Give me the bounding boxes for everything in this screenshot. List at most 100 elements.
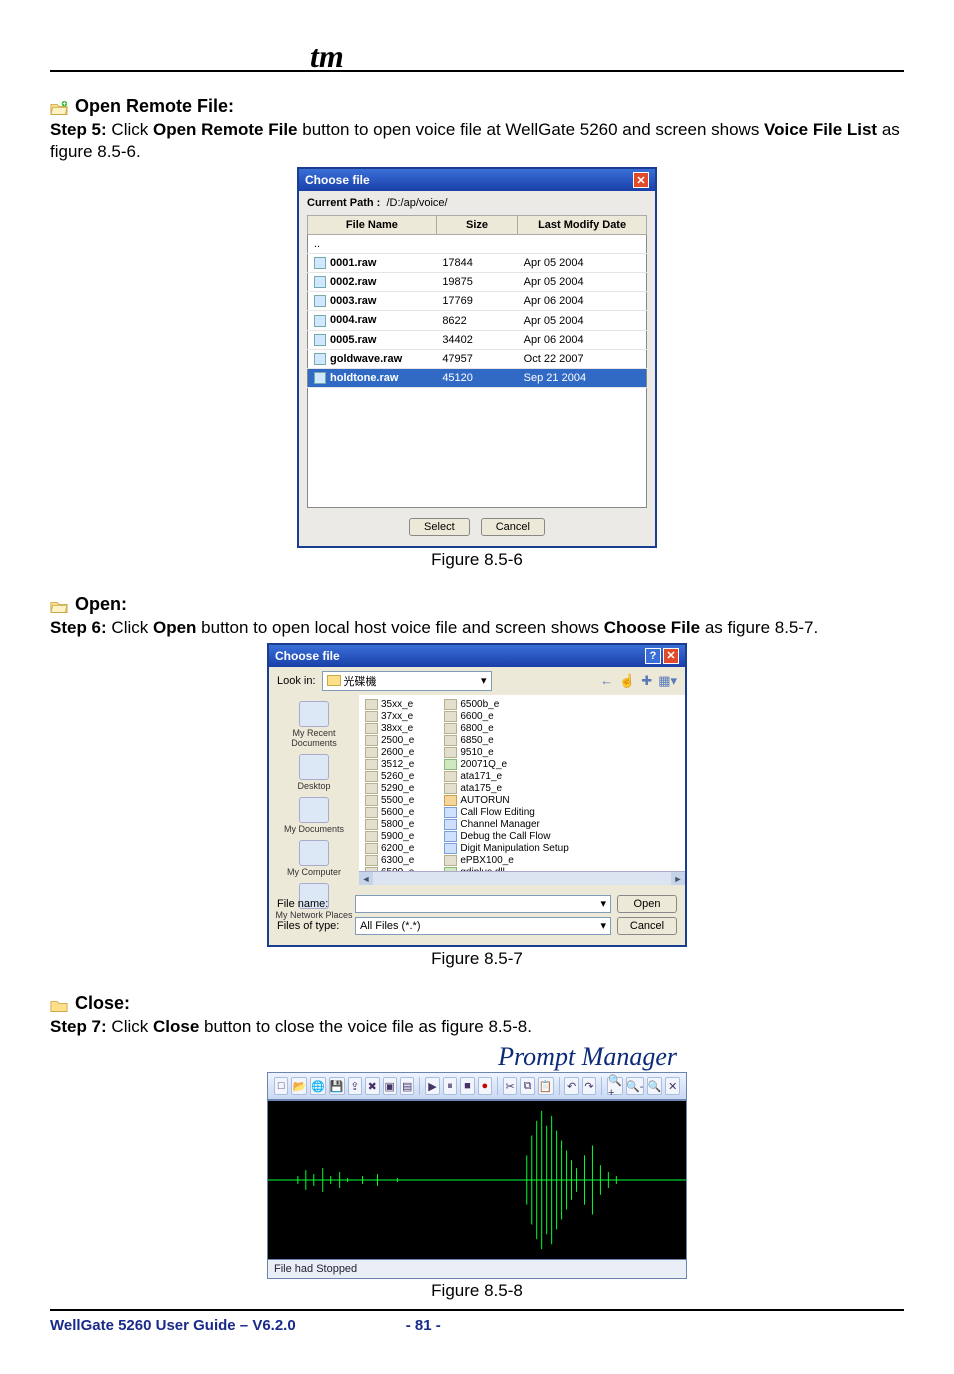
horizontal-scrollbar[interactable]: ◄ ► (359, 871, 685, 885)
col-filename[interactable]: File Name (308, 216, 437, 235)
list-item[interactable]: 5900_e (365, 831, 414, 842)
list-item[interactable]: AUTORUN (444, 795, 568, 806)
list-item[interactable]: Digit Manipulation Setup (444, 843, 568, 854)
undo-icon[interactable]: ↶ (564, 1077, 578, 1095)
open-button[interactable]: Open (617, 895, 677, 913)
list-item[interactable]: 38xx_e (365, 723, 414, 734)
copy-icon[interactable]: ⧉ (520, 1077, 534, 1095)
list-item[interactable]: 5500_e (365, 795, 414, 806)
list-item[interactable]: 20071Q_e (444, 759, 568, 770)
dialog-titlebar: Choose file ✕ (299, 169, 655, 191)
views-icon[interactable]: ▦▾ (658, 673, 677, 689)
list-item[interactable]: 6600_e (444, 711, 568, 722)
header-rule: tm (50, 70, 904, 72)
cut-icon[interactable]: ✂ (503, 1077, 517, 1095)
list-item[interactable]: ata175_e (444, 783, 568, 794)
waveform-display[interactable] (267, 1100, 687, 1260)
file-icon (444, 783, 457, 794)
status-bar: File had Stopped (267, 1260, 687, 1279)
list-item[interactable]: 5260_e (365, 771, 414, 782)
up-icon[interactable]: ☝ (619, 673, 635, 689)
open-remote-icon[interactable]: 🌐 (310, 1077, 326, 1095)
save-icon[interactable]: 💾 (329, 1077, 345, 1095)
delete-icon[interactable]: ✕ (665, 1077, 679, 1095)
stop-icon[interactable]: ■ (460, 1077, 474, 1095)
places-item[interactable]: My Computer (287, 840, 341, 877)
list-item[interactable]: ePBX100_e (444, 855, 568, 866)
scroll-right-icon[interactable]: ► (671, 872, 685, 885)
list-item[interactable]: Debug the Call Flow (444, 831, 568, 842)
close3-icon[interactable]: ▤ (400, 1077, 414, 1095)
table-row[interactable]: 0004.raw8622Apr 05 2004 (308, 311, 647, 330)
table-row[interactable]: 0002.raw19875Apr 05 2004 (308, 273, 647, 292)
table-row[interactable]: 0001.raw17844Apr 05 2004 (308, 254, 647, 273)
list-item[interactable]: 6300_e (365, 855, 414, 866)
col-date[interactable]: Last Modify Date (518, 216, 647, 235)
close2-icon[interactable]: ▣ (383, 1077, 397, 1095)
file-list-pane[interactable]: 35xx_e37xx_e38xx_e2500_e2600_e3512_e5260… (359, 695, 685, 885)
file-icon (365, 711, 378, 722)
new-icon[interactable]: □ (274, 1077, 288, 1095)
redo-icon[interactable]: ↷ (582, 1077, 596, 1095)
list-item[interactable]: 6200_e (365, 843, 414, 854)
save-remote-icon[interactable]: ⇪ (348, 1077, 362, 1095)
play-icon[interactable]: ▶ (425, 1077, 439, 1095)
scroll-left-icon[interactable]: ◄ (359, 872, 373, 885)
file-icon (365, 747, 378, 758)
list-item[interactable]: 5290_e (365, 783, 414, 794)
list-item[interactable]: 5800_e (365, 819, 414, 830)
places-item[interactable]: My Recent Documents (273, 701, 355, 748)
table-row[interactable]: goldwave.raw47957Oct 22 2007 (308, 349, 647, 368)
file-icon (365, 795, 378, 806)
zoom-in-icon[interactable]: 🔍+ (607, 1077, 623, 1095)
logo: tm (310, 38, 344, 75)
list-item[interactable]: 37xx_e (365, 711, 414, 722)
list-item[interactable]: ata171_e (444, 771, 568, 782)
close-icon[interactable]: ✕ (663, 648, 679, 664)
parent-dir-row[interactable]: .. (308, 235, 647, 254)
footer-page: - 81 - (406, 1317, 441, 1334)
table-row[interactable]: 0005.raw34402Apr 06 2004 (308, 330, 647, 349)
zoom-sel-icon[interactable]: 🔍 (647, 1077, 663, 1095)
zoom-out-icon[interactable]: 🔍- (626, 1077, 644, 1095)
filetype-dropdown[interactable]: All Files (*.*)▾ (355, 917, 611, 935)
list-item[interactable]: 6500b_e (444, 699, 568, 710)
new-folder-icon[interactable]: ✚ (641, 673, 652, 689)
list-item[interactable]: 5600_e (365, 807, 414, 818)
list-item[interactable]: 3512_e (365, 759, 414, 770)
list-item[interactable]: 35xx_e (365, 699, 414, 710)
pause-icon[interactable]: ⏸ (443, 1077, 457, 1095)
list-item[interactable]: 6800_e (444, 723, 568, 734)
cancel-button[interactable]: Cancel (617, 917, 677, 935)
file-icon (365, 699, 378, 710)
open-icon[interactable]: 📂 (291, 1077, 307, 1095)
list-item[interactable]: 6850_e (444, 735, 568, 746)
file-icon (444, 759, 457, 770)
record-icon[interactable]: ● (478, 1077, 492, 1095)
paste-icon[interactable]: 📋 (538, 1077, 554, 1095)
close-icon[interactable]: ✕ (633, 172, 649, 188)
col-size[interactable]: Size (436, 216, 517, 235)
close-icon[interactable]: ✖ (365, 1077, 379, 1095)
places-item[interactable]: My Documents (284, 797, 344, 834)
step-6: Step 6: Click Open button to open local … (50, 617, 904, 639)
filename-field[interactable]: ▾ (355, 895, 611, 913)
list-item[interactable]: 2500_e (365, 735, 414, 746)
file-icon (444, 771, 457, 782)
table-row[interactable]: holdtone.raw45120Sep 21 2004 (308, 368, 647, 387)
place-icon (299, 701, 329, 727)
footer-title: WellGate 5260 User Guide – V6.2.0 (50, 1317, 296, 1334)
select-button[interactable]: Select (409, 518, 470, 536)
places-item[interactable]: Desktop (297, 754, 330, 791)
table-row[interactable]: 0003.raw17769Apr 06 2004 (308, 292, 647, 311)
choose-file-local-dialog: Choose file ? ✕ Look in: 光碟機 ▾ ← ☝ ✚ ▦▾ … (267, 643, 687, 947)
lookin-dropdown[interactable]: 光碟機 ▾ (322, 671, 492, 691)
list-item[interactable]: Call Flow Editing (444, 807, 568, 818)
back-icon[interactable]: ← (600, 673, 613, 689)
list-item[interactable]: Channel Manager (444, 819, 568, 830)
list-item[interactable]: 9510_e (444, 747, 568, 758)
help-icon[interactable]: ? (645, 648, 661, 664)
footer-rule (50, 1309, 904, 1311)
list-item[interactable]: 2600_e (365, 747, 414, 758)
cancel-button[interactable]: Cancel (481, 518, 545, 536)
